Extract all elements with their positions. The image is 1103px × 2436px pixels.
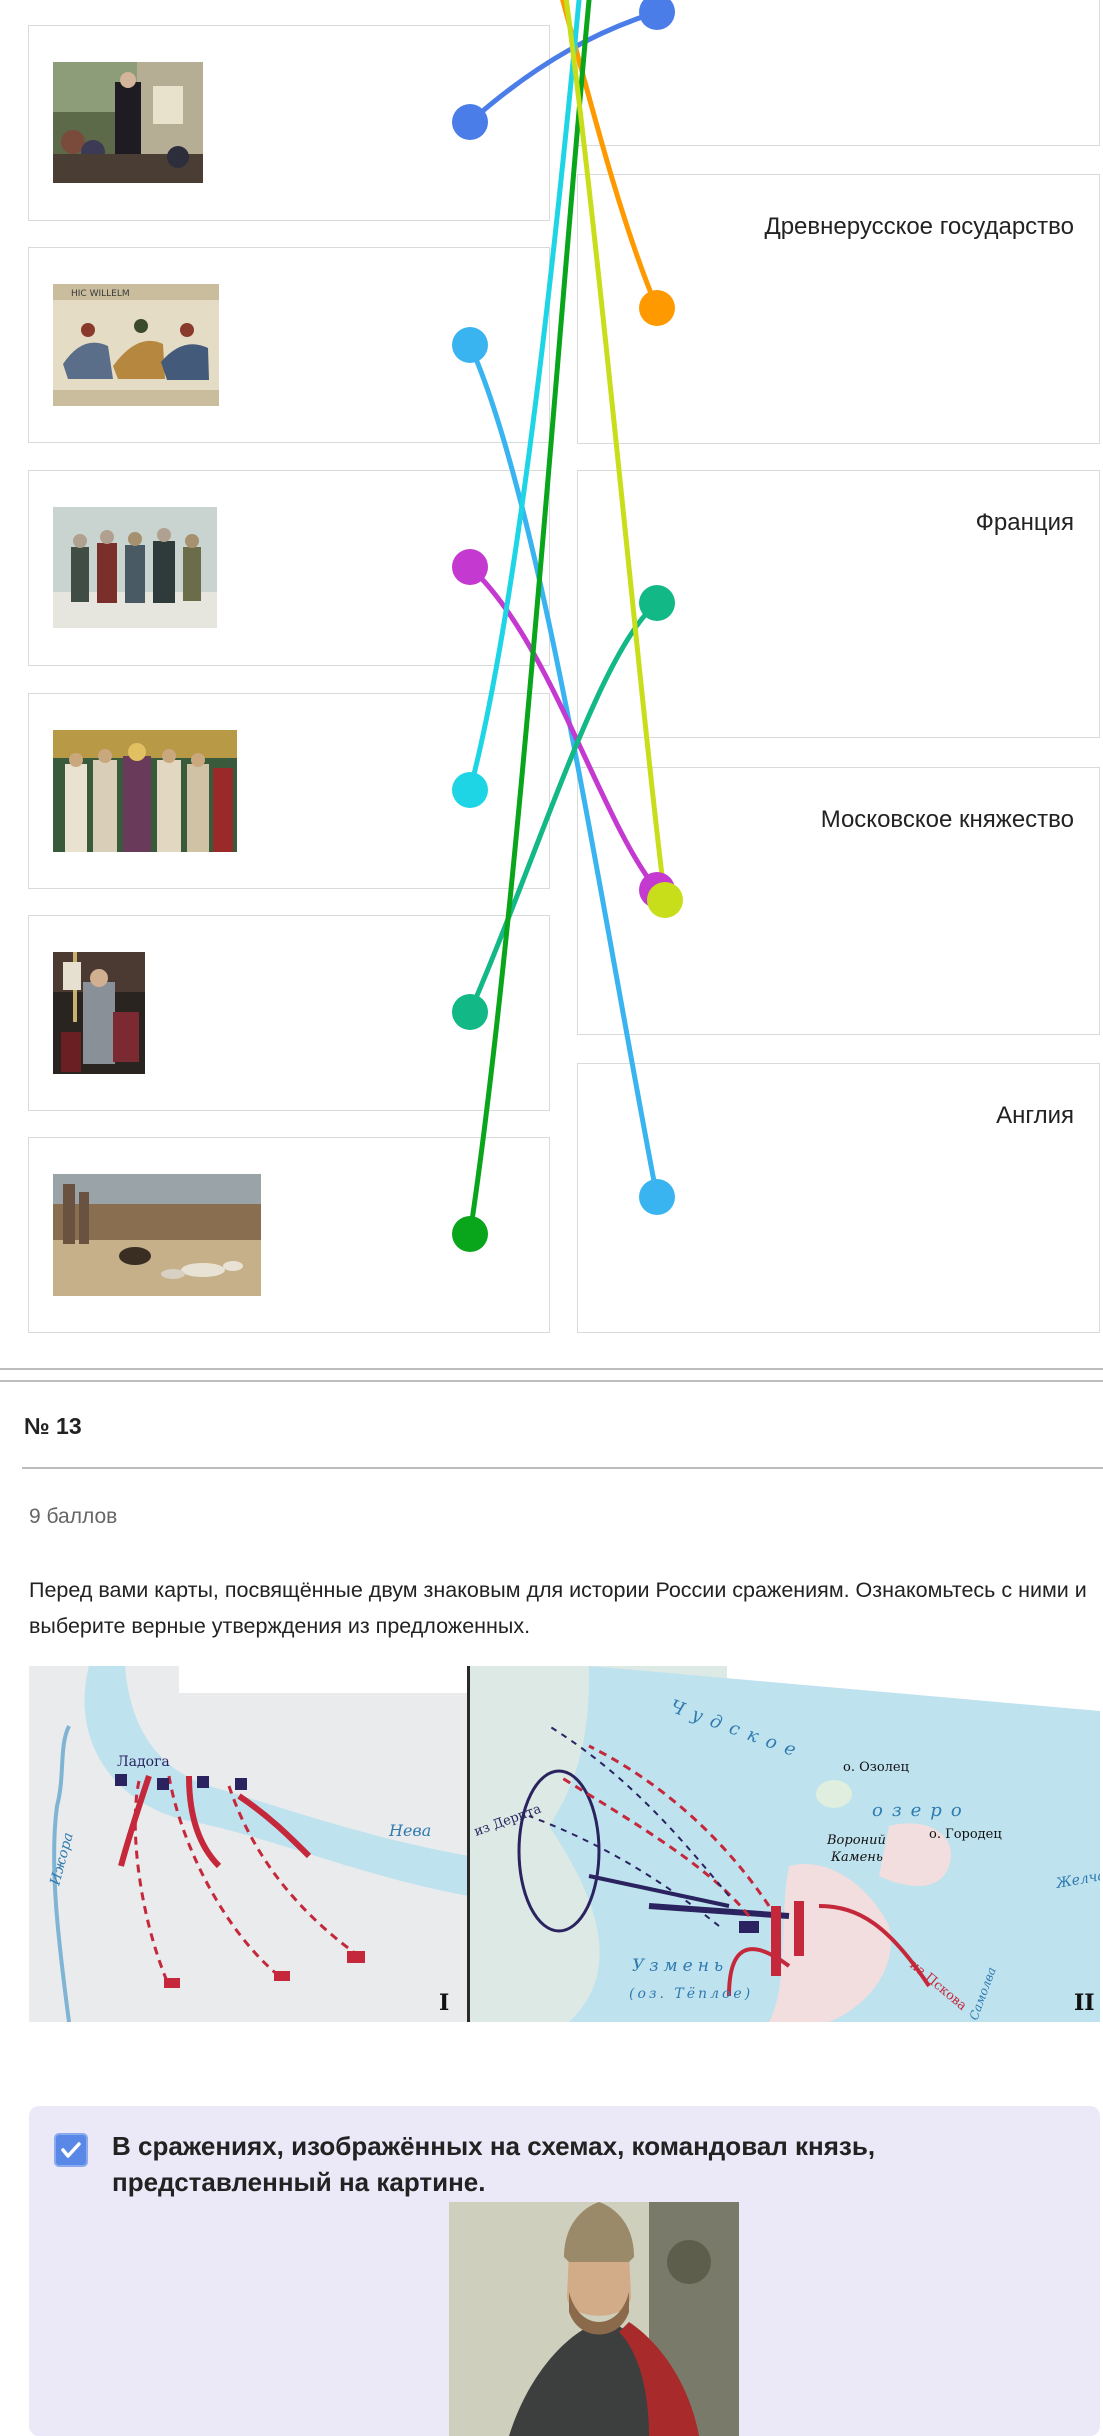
map2-label: Камень [830, 1850, 883, 1865]
match-left-card-6 [28, 1137, 550, 1333]
match-left-card-2: HIC WILLELM [28, 247, 550, 443]
match-right-card-4: Московское княжество [577, 767, 1100, 1035]
answer-text: В сражениях, изображённых на схемах, ком… [112, 2131, 876, 2197]
map2-numeral: II [1074, 1990, 1095, 2016]
section-divider [0, 1380, 1103, 1382]
colosseum-painting [53, 1174, 261, 1296]
svg-text:HIC WILLELM: HIC WILLELM [71, 289, 130, 299]
match-right-label: Древнерусское государство [764, 213, 1074, 240]
question-header-divider [22, 1467, 1103, 1469]
map2-label: Узмень [632, 1956, 728, 1976]
question-number: № 13 [24, 1413, 82, 1439]
match-left-card-4 [28, 693, 550, 889]
map1-label: Нева [388, 1821, 431, 1840]
answer-option[interactable]: В сражениях, изображённых на схемах, ком… [29, 2106, 1100, 2436]
map2-label: озеро [872, 1800, 971, 1821]
answer-checkbox[interactable] [54, 2133, 88, 2167]
match-right-card-5: Англия [577, 1063, 1100, 1333]
map1-numeral: I [439, 1990, 449, 2016]
battle-maps: Нева Ижора Ладога I Чудское озеро о. Озо… [29, 1666, 1103, 2023]
joan-of-arc-painting [53, 952, 145, 1074]
match-right-label: Англия [996, 1102, 1074, 1129]
question-points: 9 баллов [29, 1505, 118, 1528]
checkmark-icon [61, 2142, 81, 2158]
match-left-card-5 [28, 915, 550, 1111]
medieval-warriors-painting [53, 507, 217, 628]
map2-label: о. Озолец [843, 1760, 909, 1775]
bayeux-tapestry: HIC WILLELM [53, 284, 219, 406]
byzantine-mosaic [53, 730, 237, 852]
section-divider [0, 1368, 1103, 1370]
match-left-card-1 [28, 25, 550, 221]
match-right-card-1 [577, 0, 1100, 146]
luther-theses-painting [53, 62, 203, 183]
match-right-label: Московское княжество [820, 806, 1074, 833]
map2-label: о. Городец [929, 1827, 1002, 1842]
question-text: Перед вами карты, посвящённые двум знако… [29, 1578, 1087, 1638]
match-right-card-2: Древнерусское государство [577, 174, 1100, 444]
match-right-label: Франция [975, 509, 1074, 536]
match-right-card-3: Франция [577, 470, 1100, 738]
map1-label: Ладога [117, 1754, 170, 1770]
map2-label: Вороний [826, 1833, 886, 1848]
match-left-card-3 [28, 470, 550, 666]
prince-alexander-nevsky-painting [449, 2202, 739, 2436]
map2-label: (оз. Тёплое) [629, 1986, 753, 2002]
